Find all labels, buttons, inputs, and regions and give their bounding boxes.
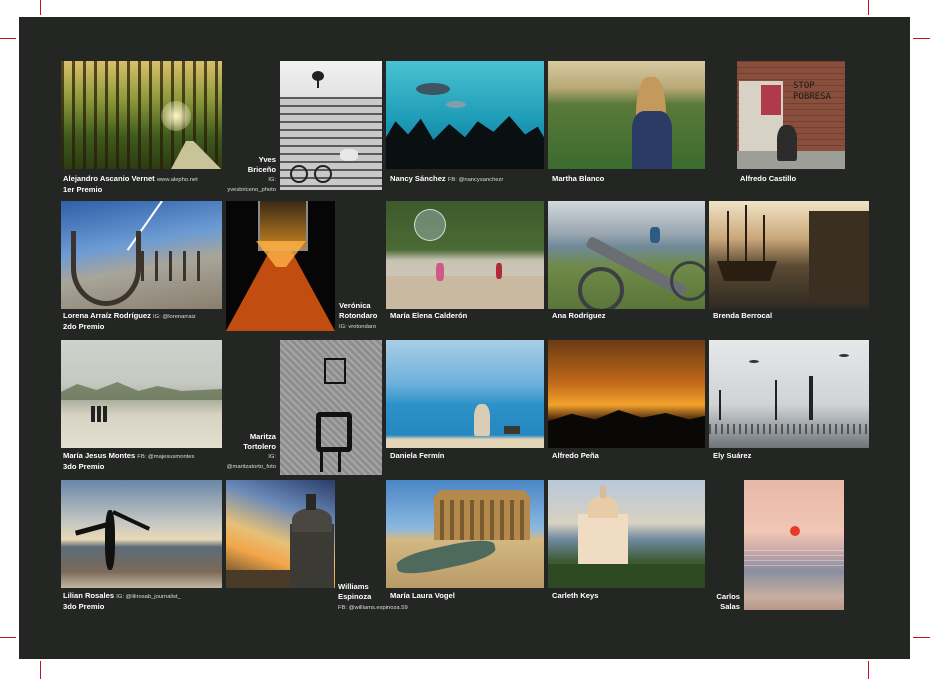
photographer-name: Salas <box>720 602 740 611</box>
photographer-name: Nancy Sánchez <box>390 174 446 183</box>
crop-mark <box>40 661 41 679</box>
photo-woman-sunset-field <box>548 61 705 169</box>
photographer-name: Ana Rodríguez <box>552 311 606 320</box>
caption-20: Carlos Salas <box>690 592 740 612</box>
photo-dancer-beach <box>61 480 222 588</box>
photographer-handle: IG: <box>268 177 276 183</box>
caption-16: Lilian Rosales IG: @lilirosab_journalist… <box>63 591 181 612</box>
crop-mark <box>0 637 16 638</box>
crop-mark <box>0 38 16 39</box>
crop-mark <box>913 38 930 39</box>
caption-15: Ely Suárez <box>713 451 751 461</box>
prize-label: 1er Premio <box>63 185 103 194</box>
caption-11: María Jesus Montes FB: @majesusmontes 3d… <box>63 451 194 472</box>
photo-pink-sunset-sea <box>744 480 844 610</box>
photo-forest-path <box>61 61 222 169</box>
photographer-handle: IG: <box>268 454 276 460</box>
photographer-name: Daniela Fermín <box>390 451 445 460</box>
photo-seagulls-lamps <box>709 340 869 448</box>
photographer-handle: FB: @majesusmontes <box>137 454 195 460</box>
photo-dome-sunset <box>226 480 335 588</box>
photo-orange-sunset <box>548 340 705 448</box>
photographer-name: Martha Blanco <box>552 174 605 183</box>
photographer-name: Ely Suárez <box>713 451 752 460</box>
photo-park-bubble <box>386 201 544 309</box>
caption-12: Maritza Tortolero IG: @maritzatorto_foto <box>212 432 276 472</box>
photographer-name: Lilian Rosales <box>63 591 115 600</box>
photographer-handle: www.alepho.net <box>156 177 198 183</box>
caption-19: Carleth Keys <box>552 591 598 601</box>
photographer-name: Maritza <box>249 432 276 441</box>
caption-1: Alejandro Ascanio Vernet www.alepho.net … <box>63 174 198 195</box>
photo-temple-statue <box>386 480 544 588</box>
photographer-name: Briceño <box>247 165 276 174</box>
photo-man-sea <box>386 340 544 448</box>
caption-13: Daniela Fermín <box>390 451 444 461</box>
graffiti-text: STOP POBRESA <box>793 81 831 102</box>
crop-mark <box>868 0 869 15</box>
caption-4: Martha Blanco <box>552 174 604 184</box>
caption-9: Ana Rodríguez <box>552 311 606 321</box>
crop-mark <box>913 637 930 638</box>
photographer-name: María Jesus Montes <box>63 451 136 460</box>
photographer-name: Rotondaro <box>339 311 378 320</box>
photographer-handle: FB: @nancysanchezr <box>447 177 504 183</box>
photo-galleon-harbor <box>709 201 869 309</box>
caption-10: Brenda Berrocal <box>713 311 772 321</box>
crop-mark <box>40 0 41 15</box>
photo-cannon-bay <box>548 201 705 309</box>
crop-mark <box>868 661 869 679</box>
photo-foggy-beach <box>61 340 222 448</box>
photographer-handle: FB: @williams.espinoza.59 <box>338 605 408 611</box>
photographer-name: Alfredo Peña <box>552 451 599 460</box>
photographer-name: María Laura Vogel <box>390 591 455 600</box>
photographer-name: Tortolero <box>243 442 276 451</box>
photographer-name: Brenda Berrocal <box>713 311 773 320</box>
caption-7: Verónica Rotondaro IG: vrotondaro <box>339 301 377 332</box>
photographer-name: María Elena Calderón <box>390 311 468 320</box>
photographer-handle: yvesbriceno_photo <box>227 187 276 193</box>
photographer-name: Verónica <box>339 301 371 310</box>
photographer-name: Carleth Keys <box>552 591 599 600</box>
photographer-name: Alejandro Ascanio Vernet <box>63 174 155 183</box>
photographer-name: Yves <box>258 155 276 164</box>
caption-2: Yves Briceño IG: yvesbriceno_photo <box>218 155 276 195</box>
caption-6: Lorena Arraíz Rodríguez IG: @lorenarraiz… <box>63 311 196 332</box>
photo-stairs-bicycle <box>280 61 382 190</box>
photographer-name: Lorena Arraíz Rodríguez <box>63 311 151 320</box>
photo-chair-shadow <box>280 340 382 475</box>
photographer-handle: IG: vrotondaro <box>339 324 377 330</box>
caption-14: Alfredo Peña <box>552 451 599 461</box>
photographer-handle: IG: @lorenarraiz <box>153 314 196 320</box>
photographer-handle: @maritzatorto_foto <box>226 464 276 470</box>
caption-18: María Laura Vogel <box>390 591 455 601</box>
caption-3: Nancy Sánchez FB: @nancysanchezr <box>390 174 503 185</box>
photo-stop-pobresa-wall: STOP POBRESA <box>737 61 845 169</box>
photo-aquarium <box>386 61 544 169</box>
photographer-handle: IG: @lilirosab_journalist_ <box>116 594 181 600</box>
prize-label: 3do Premio <box>63 462 105 471</box>
prize-label: 2do Premio <box>63 322 105 331</box>
prize-label: 3do Premio <box>63 602 105 611</box>
photographer-name: Espinoza <box>338 592 372 601</box>
photographer-name: Williams <box>338 582 369 591</box>
caption-5: Alfredo Castillo <box>740 174 796 184</box>
photo-basilica-coast <box>548 480 705 588</box>
photo-beer-glass <box>226 201 335 331</box>
caption-8: María Elena Calderón <box>390 311 467 321</box>
photographer-name: Alfredo Castillo <box>740 174 797 183</box>
photographer-name: Carlos <box>716 592 740 601</box>
photo-anchors-beach <box>61 201 222 309</box>
